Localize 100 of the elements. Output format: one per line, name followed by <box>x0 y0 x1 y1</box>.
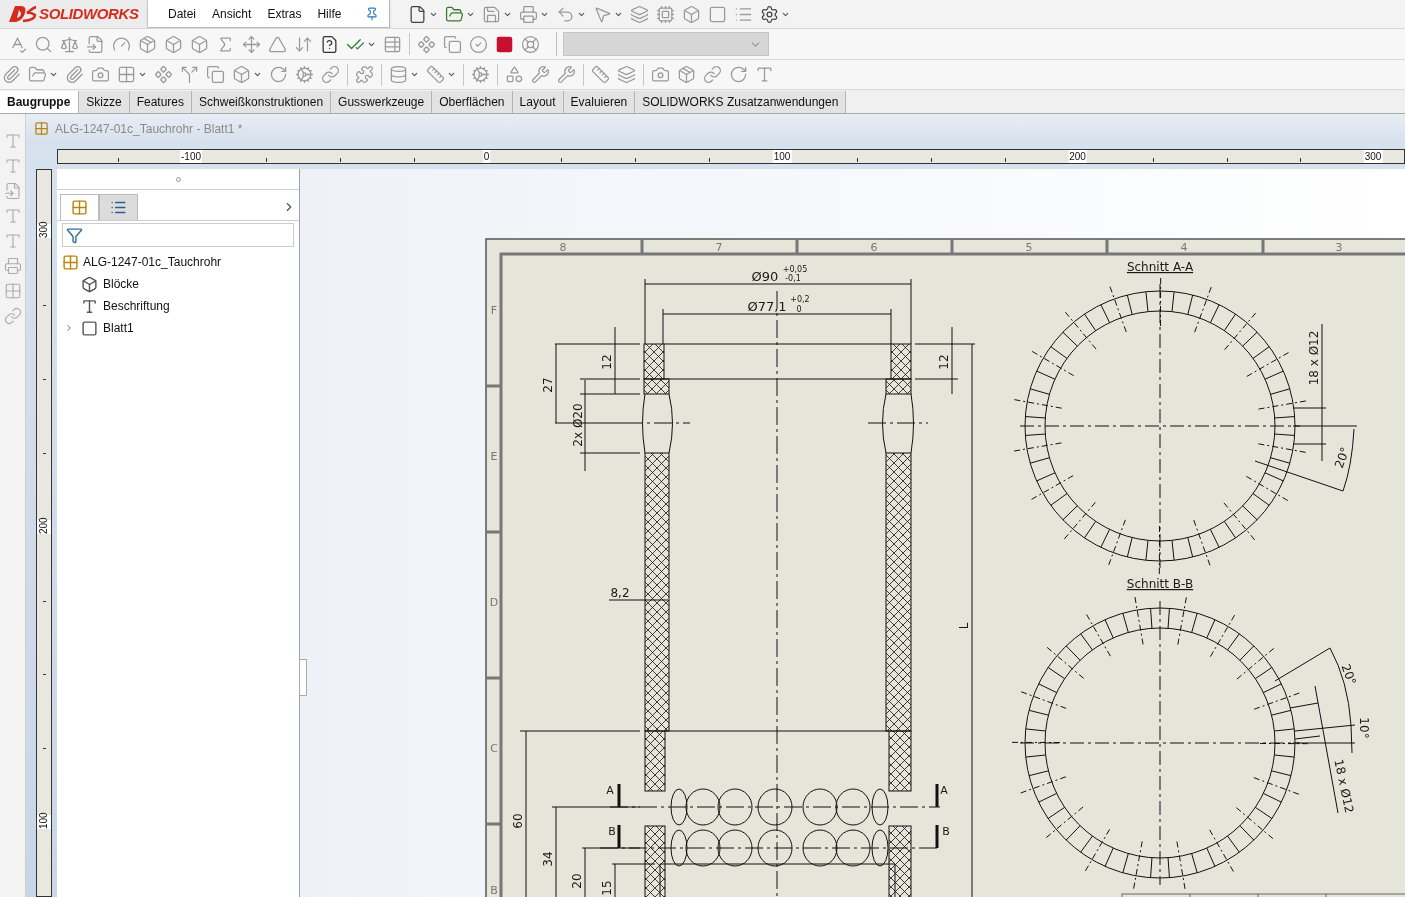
package-icon[interactable] <box>138 34 157 54</box>
angle-text: 20° <box>1332 445 1353 470</box>
balance-icon[interactable] <box>60 34 79 54</box>
save-icon[interactable] <box>482 4 501 24</box>
tree-view-icon[interactable] <box>71 199 88 216</box>
find-icon[interactable] <box>34 34 53 54</box>
annotation-tool-icon[interactable] <box>3 232 22 250</box>
zone-label: D <box>489 596 499 609</box>
layers-icon[interactable] <box>617 65 636 84</box>
gear-icon[interactable] <box>295 65 314 84</box>
ribbon-tab[interactable]: Features <box>129 91 193 113</box>
menu-item[interactable]: Ansicht <box>212 4 252 23</box>
chain-icon[interactable] <box>703 65 722 84</box>
dimension-text: 2x Ø20 <box>571 403 585 447</box>
pointer-icon[interactable] <box>593 4 612 24</box>
color-square-icon[interactable] <box>495 34 514 54</box>
copy-icon[interactable] <box>206 65 225 84</box>
filter-icon[interactable] <box>66 226 83 244</box>
view-icon[interactable] <box>91 65 110 84</box>
annotation-tool-icon[interactable] <box>3 207 22 225</box>
gears-icon[interactable] <box>471 65 490 84</box>
tree-item[interactable]: Beschriftung <box>103 297 170 315</box>
print-icon[interactable] <box>519 4 538 24</box>
rotate-icon[interactable] <box>269 65 288 84</box>
split-icon[interactable] <box>180 65 199 84</box>
package-icon[interactable] <box>677 65 696 84</box>
ribbon-tab[interactable]: Baugruppe <box>0 91 80 113</box>
menu-item[interactable]: Datei <box>168 4 196 23</box>
dimension-text: 15 <box>600 880 614 896</box>
dropdown-caret-icon[interactable] <box>410 70 419 79</box>
move-icon[interactable] <box>242 34 261 54</box>
dimension-text: 12 <box>937 354 951 370</box>
ribbon-tab[interactable]: Skizze <box>79 91 130 113</box>
open-folder-icon[interactable] <box>445 4 464 24</box>
dropdown-caret-icon[interactable] <box>253 70 262 79</box>
tolerance-text: 0 <box>796 305 802 314</box>
dimension-text: 12 <box>600 354 614 370</box>
zone-label: E <box>490 450 498 463</box>
ribbon-tab[interactable]: Schweißkonstruktionen <box>192 91 332 113</box>
annotation-tool-icon[interactable] <box>3 282 22 300</box>
link-icon[interactable] <box>321 65 340 84</box>
menu-item[interactable]: Extras <box>267 4 302 23</box>
shapes-icon[interactable] <box>505 65 524 84</box>
list-view-icon[interactable] <box>110 199 127 216</box>
puzzle-icon[interactable] <box>355 65 374 84</box>
pin-icon[interactable] <box>365 6 380 21</box>
box-icon[interactable] <box>190 34 209 54</box>
dropdown-caret-icon[interactable] <box>138 70 147 79</box>
annotation-tool-icon[interactable] <box>3 157 22 175</box>
ruler-label: 100 <box>772 150 792 163</box>
box-icon[interactable] <box>164 34 183 54</box>
ribbon-tab[interactable]: Evaluieren <box>563 91 636 113</box>
import-icon[interactable] <box>86 34 105 54</box>
dropdown-caret-icon[interactable] <box>447 70 456 79</box>
panel-tab[interactable] <box>99 194 138 220</box>
tree-item[interactable]: Blatt1 <box>103 319 134 337</box>
copy-icon[interactable] <box>443 34 462 54</box>
panel-tab[interactable] <box>60 194 99 220</box>
filter-field[interactable] <box>62 223 294 247</box>
text-icon[interactable] <box>755 65 774 84</box>
ring-icon[interactable] <box>521 34 540 54</box>
expand-caret-icon[interactable] <box>64 323 74 333</box>
tolerance-text: +0,2 <box>790 295 810 304</box>
measure-icon[interactable] <box>591 65 610 84</box>
ruler-icon[interactable] <box>426 65 445 84</box>
check-circle-icon[interactable] <box>469 34 488 54</box>
ruler-label: 0 <box>482 150 491 163</box>
ribbon-tab[interactable]: Gusswerkzeuge <box>331 91 433 113</box>
new-file-icon[interactable] <box>408 4 427 24</box>
annotation-tool-icon[interactable] <box>3 182 22 200</box>
camera-icon[interactable] <box>651 65 670 84</box>
component-box-icon[interactable] <box>232 65 251 84</box>
clip-icon[interactable] <box>2 65 21 84</box>
hole-callout-label: 18 x Ø12 <box>1307 330 1321 386</box>
tree-root[interactable]: ALG-1247-01c_Tauchrohr <box>83 253 222 271</box>
wrench-icon[interactable] <box>531 65 550 84</box>
ribbon-tab[interactable]: Layout <box>512 91 564 113</box>
ruler-label: 200 <box>37 519 51 534</box>
tree-item[interactable]: Blöcke <box>103 275 140 293</box>
cylinder-icon[interactable] <box>389 65 408 84</box>
ribbon-tab[interactable]: SOLIDWORKS Zusatzanwendungen <box>635 91 847 113</box>
ribbon-tab[interactable]: Oberflächen <box>432 91 513 113</box>
hole-callout-label: 18 x Ø12 <box>1331 757 1357 815</box>
refresh-icon[interactable] <box>729 65 748 84</box>
tool-icon[interactable] <box>557 65 576 84</box>
annotation-tool-icon[interactable] <box>3 307 22 325</box>
dimension-text: Ø77,1 <box>747 299 787 314</box>
annotation-tool-icon[interactable] <box>3 257 22 275</box>
grid-icon[interactable] <box>117 65 136 84</box>
section-label: B <box>608 825 616 838</box>
triangle-icon[interactable] <box>268 34 287 54</box>
folder-icon[interactable] <box>28 65 47 84</box>
zone-label: B <box>490 884 498 897</box>
panel-resize-handle[interactable] <box>299 659 307 696</box>
document-help-icon[interactable] <box>320 34 339 54</box>
dropdown-caret-icon[interactable] <box>49 70 58 79</box>
annotation-tool-icon[interactable] <box>3 132 22 150</box>
menu-item[interactable]: Hilfe <box>317 4 342 23</box>
settings-icon[interactable] <box>760 4 779 24</box>
paperclip-icon[interactable] <box>65 65 84 84</box>
